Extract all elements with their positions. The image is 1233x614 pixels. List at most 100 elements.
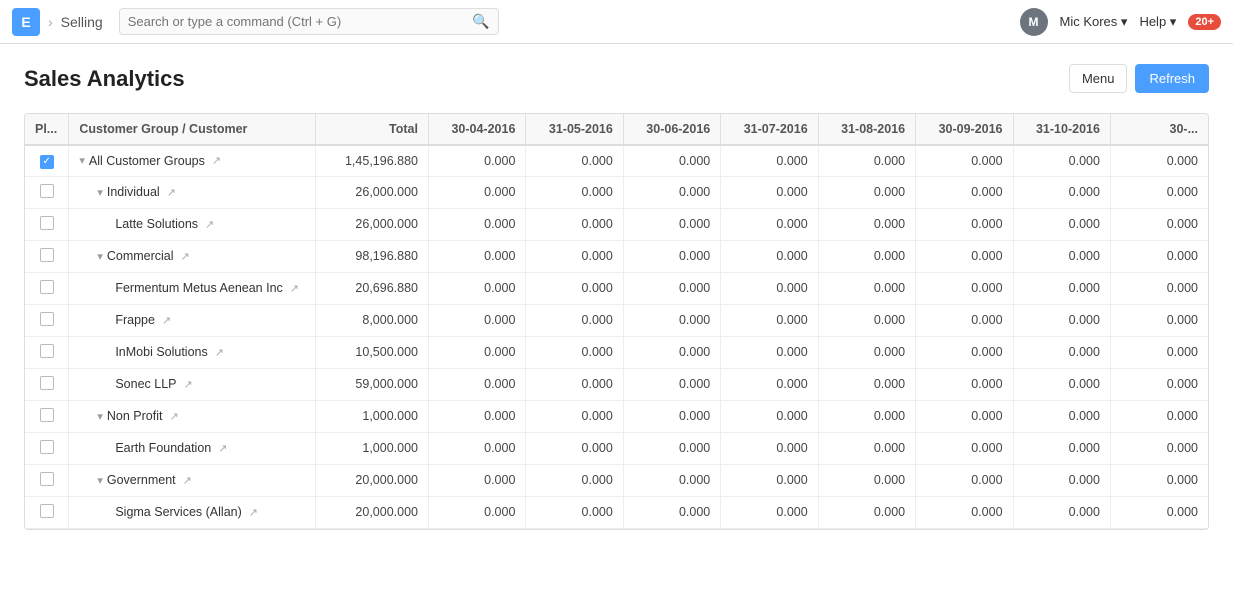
user-menu[interactable]: Mic Kores ▾ bbox=[1060, 14, 1128, 30]
avatar: M bbox=[1020, 8, 1048, 36]
row-value-d6: 0.000 bbox=[916, 145, 1013, 176]
row-value-d1: 0.000 bbox=[428, 336, 525, 368]
expand-icon[interactable]: ▾ bbox=[79, 154, 85, 167]
col-header-total: Total bbox=[316, 114, 429, 145]
row-value-d5: 0.000 bbox=[818, 432, 915, 464]
row-checkbox[interactable] bbox=[40, 344, 54, 358]
row-value-d7: 0.000 bbox=[1013, 145, 1110, 176]
customer-name: Fermentum Metus Aenean Inc bbox=[115, 281, 282, 295]
row-value-d6: 0.000 bbox=[916, 272, 1013, 304]
row-value-d7: 0.000 bbox=[1013, 368, 1110, 400]
row-value-d8: 0.000 bbox=[1110, 145, 1208, 176]
expand-icon[interactable]: ▾ bbox=[97, 186, 103, 199]
expand-icon[interactable]: ▾ bbox=[97, 410, 103, 423]
row-value-d7: 0.000 bbox=[1013, 208, 1110, 240]
customer-name: InMobi Solutions bbox=[115, 345, 207, 359]
menu-button[interactable]: Menu bbox=[1069, 64, 1128, 93]
external-link-icon[interactable]: ↗ bbox=[290, 282, 299, 295]
row-value-d3: 0.000 bbox=[623, 304, 720, 336]
app-logo[interactable]: E bbox=[12, 8, 40, 36]
row-value-d6: 0.000 bbox=[916, 304, 1013, 336]
row-value-d7: 0.000 bbox=[1013, 496, 1110, 528]
table-row: Sonec LLP↗59,000.0000.0000.0000.0000.000… bbox=[25, 368, 1208, 400]
table-header-row: Pl... Customer Group / Customer Total 30… bbox=[25, 114, 1208, 145]
customer-name: Sigma Services (Allan) bbox=[115, 505, 241, 519]
row-value-d2: 0.000 bbox=[526, 304, 623, 336]
row-checkbox-cell bbox=[25, 176, 69, 208]
row-value-d3: 0.000 bbox=[623, 336, 720, 368]
customer-name: Government bbox=[107, 473, 176, 487]
external-link-icon[interactable]: ↗ bbox=[249, 506, 258, 519]
row-checkbox[interactable] bbox=[40, 184, 54, 198]
external-link-icon[interactable]: ↗ bbox=[184, 378, 193, 391]
row-value-total: 1,000.000 bbox=[316, 432, 429, 464]
row-checkbox[interactable] bbox=[40, 440, 54, 454]
row-value-d4: 0.000 bbox=[721, 432, 818, 464]
global-search[interactable]: 🔍 bbox=[119, 8, 499, 35]
external-link-icon[interactable]: ↗ bbox=[162, 314, 171, 327]
external-link-icon[interactable]: ↗ bbox=[218, 442, 227, 455]
row-value-d3: 0.000 bbox=[623, 464, 720, 496]
row-value-d2: 0.000 bbox=[526, 368, 623, 400]
external-link-icon[interactable]: ↗ bbox=[183, 474, 192, 487]
customer-name: All Customer Groups bbox=[89, 154, 205, 168]
external-link-icon[interactable]: ↗ bbox=[169, 410, 178, 423]
col-header-d6: 30-09-2016 bbox=[916, 114, 1013, 145]
row-value-d4: 0.000 bbox=[721, 496, 818, 528]
row-checkbox-cell bbox=[25, 368, 69, 400]
row-value-d4: 0.000 bbox=[721, 272, 818, 304]
row-checkbox[interactable] bbox=[40, 216, 54, 230]
row-checkbox[interactable] bbox=[40, 280, 54, 294]
table-row: ▾Government↗20,000.0000.0000.0000.0000.0… bbox=[25, 464, 1208, 496]
row-label: ▾ All Customer Groups ↗ bbox=[79, 154, 305, 168]
row-value-d3: 0.000 bbox=[623, 272, 720, 304]
help-menu[interactable]: Help ▾ bbox=[1139, 14, 1176, 30]
data-table-wrapper: Pl... Customer Group / Customer Total 30… bbox=[24, 113, 1209, 530]
row-value-d3: 0.000 bbox=[623, 208, 720, 240]
row-value-d7: 0.000 bbox=[1013, 176, 1110, 208]
external-link-icon[interactable]: ↗ bbox=[215, 346, 224, 359]
row-checkbox-cell bbox=[25, 496, 69, 528]
row-value-d2: 0.000 bbox=[526, 145, 623, 176]
row-value-d4: 0.000 bbox=[721, 240, 818, 272]
expand-icon[interactable]: ▾ bbox=[97, 474, 103, 487]
row-checkbox[interactable] bbox=[40, 472, 54, 486]
row-value-d5: 0.000 bbox=[818, 208, 915, 240]
col-header-d4: 31-07-2016 bbox=[721, 114, 818, 145]
row-checkbox[interactable] bbox=[40, 312, 54, 326]
table-row: InMobi Solutions↗10,500.0000.0000.0000.0… bbox=[25, 336, 1208, 368]
external-link-icon[interactable]: ↗ bbox=[167, 186, 176, 199]
row-value-d5: 0.000 bbox=[818, 176, 915, 208]
row-checkbox[interactable]: ✓ bbox=[40, 155, 54, 169]
row-checkbox[interactable] bbox=[40, 248, 54, 262]
external-link-icon[interactable]: ↗ bbox=[212, 154, 221, 167]
external-link-icon[interactable]: ↗ bbox=[205, 218, 214, 231]
expand-icon[interactable]: ▾ bbox=[97, 250, 103, 263]
notifications-badge[interactable]: 20+ bbox=[1188, 14, 1221, 30]
row-value-d7: 0.000 bbox=[1013, 400, 1110, 432]
row-checkbox[interactable] bbox=[40, 504, 54, 518]
row-value-total: 59,000.000 bbox=[316, 368, 429, 400]
search-input[interactable] bbox=[128, 14, 473, 29]
row-label-cell: Latte Solutions↗ bbox=[69, 208, 316, 240]
row-checkbox[interactable] bbox=[40, 376, 54, 390]
row-value-d8: 0.000 bbox=[1110, 400, 1208, 432]
row-value-total: 1,45,196.880 bbox=[316, 145, 429, 176]
row-value-d6: 0.000 bbox=[916, 464, 1013, 496]
row-value-d6: 0.000 bbox=[916, 432, 1013, 464]
row-value-d5: 0.000 bbox=[818, 336, 915, 368]
row-value-d3: 0.000 bbox=[623, 240, 720, 272]
table-row: ✓▾All Customer Groups↗1,45,196.8800.0000… bbox=[25, 145, 1208, 176]
row-value-d5: 0.000 bbox=[818, 240, 915, 272]
external-link-icon[interactable]: ↗ bbox=[181, 250, 190, 263]
row-value-d4: 0.000 bbox=[721, 304, 818, 336]
col-header-d8: 30-... bbox=[1110, 114, 1208, 145]
row-value-d2: 0.000 bbox=[526, 240, 623, 272]
page-content: Sales Analytics Menu Refresh Pl... Custo… bbox=[0, 44, 1233, 614]
refresh-button[interactable]: Refresh bbox=[1135, 64, 1209, 93]
row-value-d3: 0.000 bbox=[623, 176, 720, 208]
row-label: Sonec LLP↗ bbox=[115, 377, 305, 391]
row-checkbox[interactable] bbox=[40, 408, 54, 422]
row-label: InMobi Solutions ↗ bbox=[115, 345, 305, 359]
table-row: ▾Commercial↗98,196.8800.0000.0000.0000.0… bbox=[25, 240, 1208, 272]
